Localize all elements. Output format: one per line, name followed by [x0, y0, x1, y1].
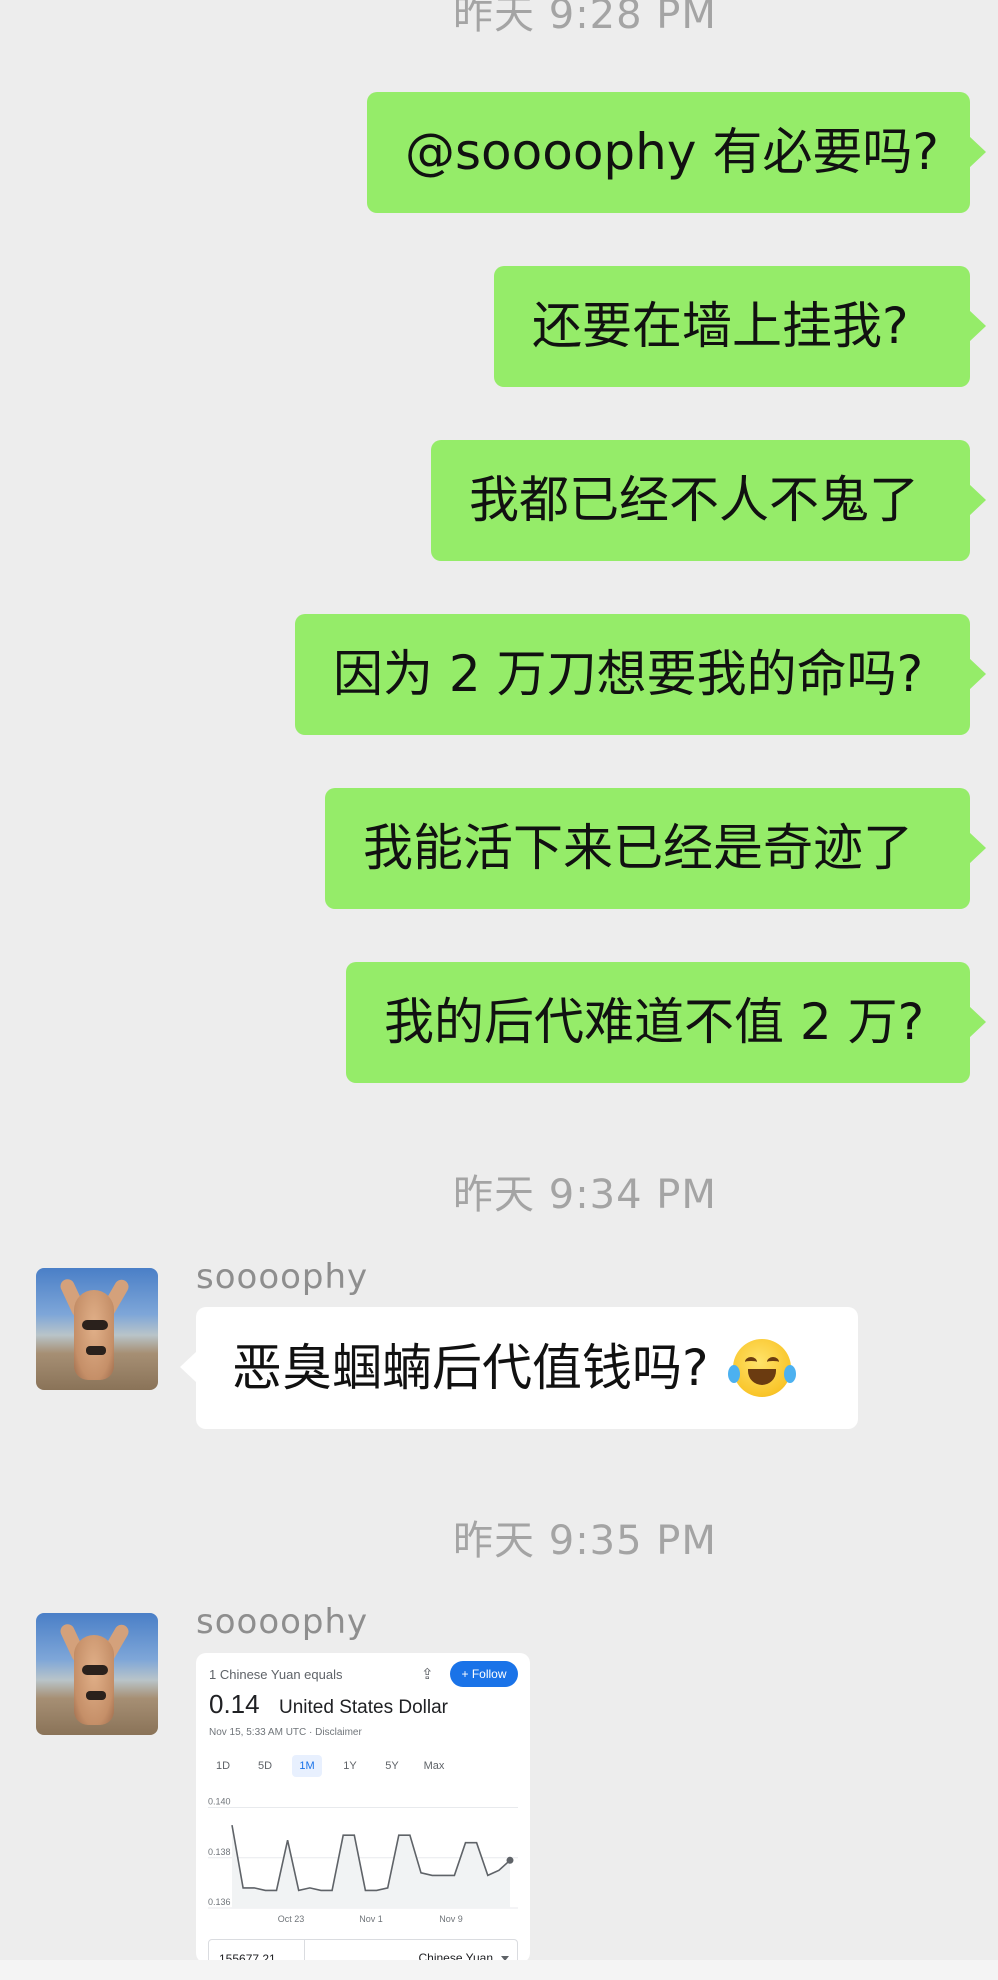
avatar-photo-detail: [74, 1635, 114, 1725]
incoming-message-text: 恶臭蝈蝻后代值钱吗?: [232, 1339, 709, 1397]
x-tick-label: Nov 1: [359, 1914, 383, 1924]
exchange-rate: 0.14: [209, 1689, 260, 1719]
avatar-photo-detail: [82, 1665, 108, 1675]
y-tick-label: 0.140: [208, 1797, 231, 1807]
share-icon: ⇪: [421, 1666, 434, 1683]
range-tabs: 1D 5D 1M 1Y 5Y Max: [196, 1755, 530, 1779]
range-tab-1d: 1D: [215, 1760, 231, 1772]
avatar-photo-detail: [86, 1691, 106, 1700]
series-area: [232, 1825, 510, 1908]
sender-name: soooophy: [196, 1257, 369, 1297]
timestamp: 昨天 9:35 PM: [453, 1518, 717, 1564]
range-tab-5y: 5Y: [385, 1760, 399, 1772]
range-tab-max: Max: [423, 1760, 445, 1772]
follow-button: + Follow: [450, 1661, 518, 1687]
avatar-photo-detail: [86, 1346, 106, 1355]
incoming-message[interactable]: 恶臭蝈蝻后代值钱吗?: [180, 1307, 858, 1429]
y-tick-label: 0.136: [208, 1897, 231, 1907]
rate-chart: 0.140 0.138 0.136 Oct 23 Nov 1 Nov 9: [208, 1797, 518, 1924]
x-tick-label: Oct 23: [278, 1914, 305, 1924]
outgoing-message[interactable]: 我都已经不人不鬼了: [431, 440, 986, 561]
outgoing-message[interactable]: 我的后代难道不值 2 万?: [346, 962, 986, 1083]
x-tick-label: Nov 9: [439, 1914, 463, 1924]
range-tab-5d: 5D: [257, 1760, 273, 1772]
sender-name: soooophy: [196, 1602, 369, 1642]
outgoing-message[interactable]: 我能活下来已经是奇迹了: [325, 788, 986, 909]
rate-date: Nov 15, 5:33 AM UTC · Disclaimer: [209, 1727, 362, 1738]
sender-avatar[interactable]: [36, 1268, 158, 1390]
timestamp: 昨天 9:28 PM: [453, 0, 717, 38]
latest-point: [506, 1856, 514, 1864]
timestamp: 昨天 9:34 PM: [453, 1172, 717, 1218]
bottom-bar: [0, 1960, 998, 1980]
outgoing-message[interactable]: 因为 2 万刀想要我的命吗?: [295, 614, 986, 735]
avatar-photo-detail: [74, 1290, 114, 1380]
y-tick-label: 0.138: [208, 1847, 231, 1857]
currency-screenshot-message[interactable]: 1 Chinese Yuan equals ⇪ + Follow 0.14 Un…: [196, 1653, 530, 1963]
target-currency: United States Dollar: [279, 1697, 448, 1718]
conversion-caption: 1 Chinese Yuan equals: [209, 1667, 343, 1682]
range-tab-1y: 1Y: [343, 1760, 357, 1772]
range-tab-1m: 1M: [292, 1755, 322, 1777]
avatar-photo-detail: [82, 1320, 108, 1330]
outgoing-message[interactable]: @soooophy 有必要吗?: [367, 92, 986, 213]
outgoing-message[interactable]: 还要在墙上挂我?: [494, 266, 986, 387]
tears-of-joy-emoji: [727, 1338, 796, 1397]
sender-avatar[interactable]: [36, 1613, 158, 1735]
